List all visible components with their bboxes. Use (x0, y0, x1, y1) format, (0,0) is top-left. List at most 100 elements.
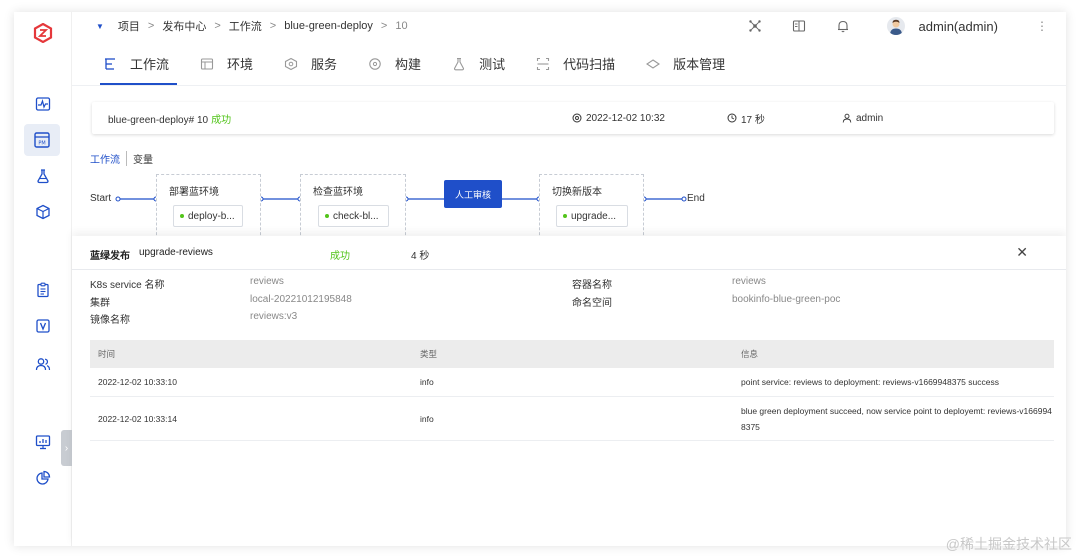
field-k8s-service-label: K8s service 名称 (90, 276, 164, 291)
tab-label: 环境 (227, 57, 254, 72)
sidebar: PM › (14, 12, 72, 546)
environment-icon (199, 56, 215, 72)
clock-icon (727, 113, 737, 123)
tab-label: 版本管理 (673, 57, 726, 72)
field-k8s-service-value: reviews (250, 276, 284, 287)
sidebar-expand-handle[interactable]: › (61, 430, 72, 466)
job-label: upgrade... (571, 210, 617, 222)
close-icon[interactable]: ✕ (1016, 244, 1028, 261)
notification-bell-icon[interactable] (835, 18, 851, 34)
field-cluster-label: 集群 (90, 294, 110, 309)
more-vertical-icon[interactable]: ⋮ (1036, 19, 1048, 33)
chevron-right-icon: › (64, 442, 69, 454)
users-icon[interactable] (33, 354, 53, 374)
cube-icon[interactable] (33, 202, 53, 222)
stage-manual-approval[interactable]: 人工审核 (444, 180, 502, 208)
field-label: 集群 (90, 298, 110, 309)
column-header-type: 类型 (420, 349, 438, 359)
breadcrumb-separator: > (380, 20, 388, 32)
job-check[interactable]: check-bl... (318, 205, 389, 227)
watermark: @稀土掘金技术社区 (945, 536, 1072, 552)
breadcrumb-separator: > (147, 20, 155, 32)
detail-status-badge: 成功 (330, 251, 350, 262)
job-upgrade[interactable]: upgrade... (556, 205, 628, 227)
field-label: 命名空间 (572, 298, 612, 309)
pie-chart-icon[interactable] (33, 468, 53, 488)
breadcrumb-item-run: 10 (395, 20, 408, 32)
monitor-pulse-icon[interactable] (33, 94, 53, 114)
field-namespace-value: bookinfo-blue-green-poc (732, 294, 840, 305)
table-row: 2022-12-02 10:33:10 info point service: … (90, 368, 1054, 397)
field-namespace-label: 命名空间 (572, 294, 612, 309)
stage-title: 切换新版本 (552, 187, 602, 198)
stage-title: 检查蓝环境 (313, 187, 363, 198)
tab-service[interactable]: 服务 (283, 42, 337, 85)
success-dot-icon (180, 214, 184, 218)
subtab-workflow[interactable]: 工作流 (90, 151, 127, 166)
logo-icon[interactable] (33, 22, 53, 44)
detail-header: 蓝绿发布 upgrade-reviews 成功 4 秒 ✕ (72, 236, 1066, 270)
job-label: deploy-b... (188, 210, 235, 222)
detail-job-name: upgrade-reviews (139, 247, 213, 258)
table-row: 2022-12-02 10:33:14 info blue green depl… (90, 397, 1054, 441)
detail-title: 蓝绿发布 (90, 251, 130, 262)
subtab-variables[interactable]: 变量 (133, 151, 153, 166)
tab-build[interactable]: 构建 (367, 42, 421, 85)
stage-check-blue[interactable]: 检查蓝环境 check-bl... (300, 174, 406, 240)
tab-test[interactable]: 测试 (451, 42, 505, 85)
tab-environment[interactable]: 环境 (199, 42, 253, 85)
field-container-label: 容器名称 (572, 276, 612, 291)
breadcrumb: 项目 > 发布中心 > 工作流 > blue-green-deploy > 10 (118, 18, 416, 34)
flask-icon[interactable] (33, 166, 53, 186)
code-scan-icon (535, 56, 551, 72)
user-name[interactable]: admin(admin) (919, 19, 998, 34)
stage-switch-version[interactable]: 切换新版本 upgrade... (539, 174, 644, 240)
task-name: blue-green-deploy# 10 (108, 114, 209, 126)
pipeline-start-label: Start (90, 193, 112, 204)
tab-code-scan[interactable]: 代码扫描 (535, 42, 615, 85)
detail-duration: 4 秒 (411, 251, 430, 262)
stage-title: 部署蓝环境 (169, 187, 219, 198)
task-duration-value: 17 秒 (741, 114, 765, 126)
pipeline-end-label: End (687, 193, 705, 204)
dashboard-icon[interactable] (33, 432, 53, 452)
sub-tabs: 工作流 变量 (90, 151, 153, 166)
task-status-badge: 成功 (211, 114, 232, 126)
field-value: reviews (250, 276, 284, 287)
tab-label: 服务 (311, 57, 338, 72)
breadcrumb-separator: > (214, 20, 221, 32)
app-window: PM › ▼ 项目 > 发布中心 > 工作流 > blue-green-depl… (14, 12, 1066, 546)
task-creator: admin (842, 113, 883, 124)
job-deploy[interactable]: deploy-b... (173, 205, 243, 227)
field-image-value: reviews:v3 (250, 311, 297, 322)
user-avatar[interactable] (886, 17, 905, 35)
cell-type: info (420, 413, 434, 424)
field-label: 镜像名称 (90, 315, 130, 326)
field-value: reviews (732, 276, 766, 287)
task-summary-card: blue-green-deploy# 10 成功 2022-12-02 10:32… (92, 102, 1054, 134)
clipboard-icon[interactable] (33, 280, 53, 300)
docs-book-icon[interactable] (791, 18, 807, 34)
tab-label: 构建 (395, 57, 422, 72)
caret-down-icon[interactable]: ▼ (96, 22, 104, 31)
clock-target-icon (572, 113, 582, 123)
version-icon (645, 56, 661, 72)
breadcrumb-item-release-center[interactable]: 发布中心 (162, 18, 206, 34)
breadcrumb-item-project[interactable]: 项目 (118, 18, 140, 34)
service-icon (283, 56, 299, 72)
topbar-actions: admin(admin) ⋮ (747, 12, 1066, 40)
breadcrumb-item-workflow-name[interactable]: blue-green-deploy (284, 20, 373, 32)
stage-deploy-blue[interactable]: 部署蓝环境 deploy-b... (156, 174, 261, 240)
cell-time: 2022-12-02 10:33:10 (98, 377, 177, 387)
pm-icon[interactable]: PM (24, 124, 60, 156)
breadcrumb-item-workflow[interactable]: 工作流 (229, 18, 262, 34)
tab-label: 代码扫描 (563, 57, 616, 72)
cell-info: point service: reviews to deployment: re… (741, 377, 999, 387)
test-icon (451, 56, 467, 72)
apps-network-icon[interactable] (747, 18, 763, 34)
tab-version[interactable]: 版本管理 (645, 42, 725, 85)
version-v-icon[interactable] (33, 316, 53, 336)
field-container-value: reviews (732, 276, 766, 287)
tab-workflow[interactable]: 工作流 (99, 42, 178, 85)
job-label: check-bl... (333, 210, 379, 222)
